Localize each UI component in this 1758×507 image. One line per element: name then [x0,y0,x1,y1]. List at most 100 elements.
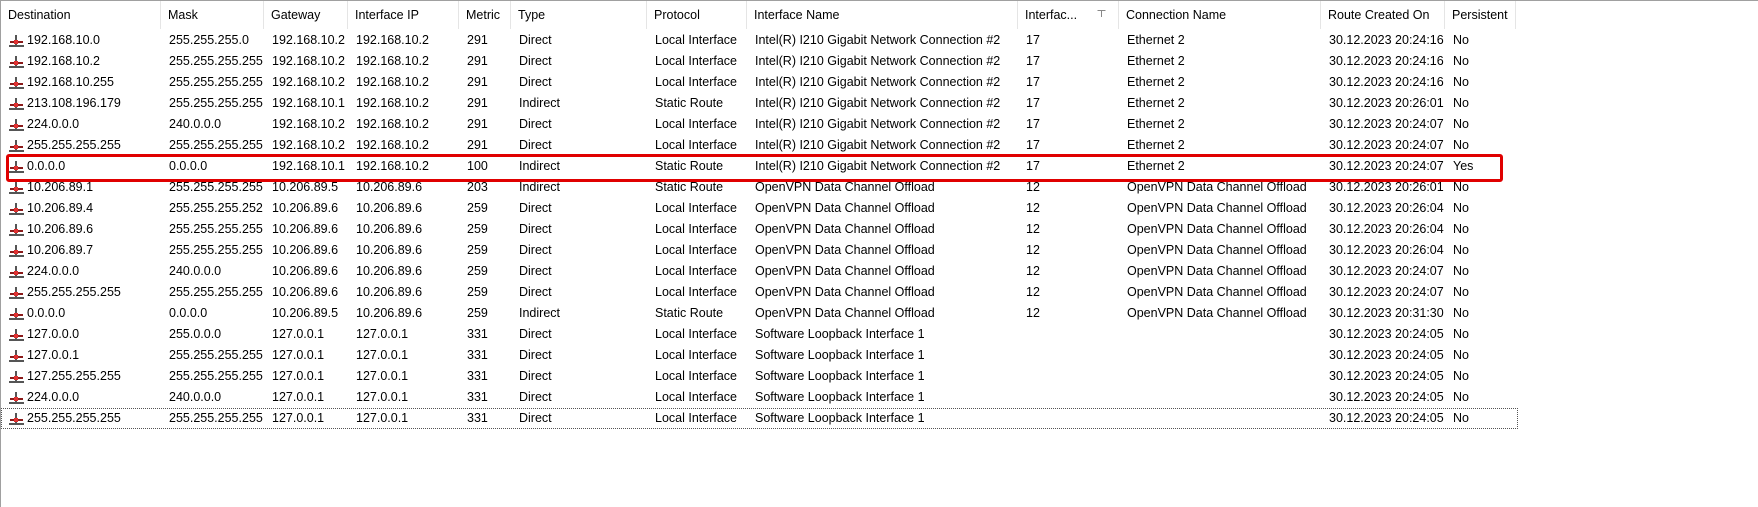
table-row[interactable]: 224.0.0.0 240.0.0.0 192.168.10.2 192.168.10… [1,114,1518,135]
table-row[interactable]: 192.168.10.255 255.255.255.255 192.168.10.… [1,72,1518,93]
column-header-metric[interactable]: Metric [459,1,511,29]
cell-destination: 224.0.0.0 [27,390,80,404]
cell-protocol: Local Interface [655,54,737,68]
cell-interface-index: 17 [1026,75,1040,89]
cell-gateway: 192.168.10.1 [272,96,345,110]
table-row[interactable]: 10.206.89.1 255.255.255.255 10.206.89.5 10.… [1,177,1518,198]
cell-metric: 291 [467,117,488,131]
cell-gateway: 127.0.0.1 [272,327,325,341]
cell-persistent: No [1453,117,1469,131]
cell-interface-index: 17 [1026,33,1040,47]
cell-persistent: No [1453,369,1469,383]
network-route-icon [9,286,24,299]
cell-interface-name: OpenVPN Data Channel Offload [755,243,935,257]
cell-interface-index: 17 [1026,54,1040,68]
network-route-icon [9,76,24,89]
table-row[interactable]: 127.0.0.1 255.255.255.255 127.0.0.1 127.0.0… [1,345,1518,366]
cell-interface-name: Software Loopback Interface 1 [755,411,925,425]
cell-gateway: 10.206.89.6 [272,243,339,257]
cell-mask: 240.0.0.0 [169,117,222,131]
cell-persistent: No [1453,264,1469,278]
cell-type: Direct [519,348,552,362]
table-row[interactable]: 255.255.255.255 255.255.255.255 127.0.0.1 1… [1,408,1518,429]
cell-connection-name: OpenVPN Data Channel Offload [1127,264,1307,278]
table-row[interactable]: 213.108.196.179 255.255.255.255 192.168.10… [1,93,1518,114]
column-header-type[interactable]: Type [511,1,647,29]
cell-interface-ip: 192.168.10.2 [356,75,429,89]
cell-interface-name: Software Loopback Interface 1 [755,327,925,341]
column-header-interface-ip[interactable]: Interface IP [348,1,459,29]
cell-mask: 255.255.255.255 [169,54,263,68]
cell-protocol: Local Interface [655,222,737,236]
table-row[interactable]: 10.206.89.6 255.255.255.255 10.206.89.6 10.… [1,219,1518,240]
table-row[interactable]: 127.255.255.255 255.255.255.255 127.0.0.1 1… [1,366,1518,387]
cell-gateway: 192.168.10.2 [272,54,345,68]
cell-protocol: Local Interface [655,285,737,299]
table-row[interactable]: 255.255.255.255 255.255.255.255 10.206.89.… [1,282,1518,303]
cell-metric: 100 [467,159,488,173]
cell-metric: 291 [467,75,488,89]
cell-route-created-on: 30.12.2023 20:24:07 [1329,159,1444,173]
column-header-interface-name[interactable]: Interface Name [747,1,1018,29]
column-header-gateway[interactable]: Gateway [264,1,348,29]
cell-gateway: 192.168.10.1 [272,159,345,173]
cell-protocol: Local Interface [655,264,737,278]
cell-route-created-on: 30.12.2023 20:26:04 [1329,201,1444,215]
cell-metric: 203 [467,180,488,194]
cell-metric: 291 [467,138,488,152]
table-row[interactable]: 192.168.10.0 255.255.255.0 192.168.10.2 192… [1,30,1518,51]
cell-connection-name: Ethernet 2 [1127,138,1185,152]
cell-destination: 10.206.89.7 [27,243,94,257]
cell-route-created-on: 30.12.2023 20:24:07 [1329,117,1444,131]
cell-mask: 255.255.255.255 [169,138,263,152]
table-row[interactable]: 127.0.0.0 255.0.0.0 127.0.0.1 127.0.0.1 331 D… [1,324,1518,345]
network-route-icon [9,307,24,320]
table-row[interactable]: 0.0.0.0 0.0.0.0 10.206.89.5 10.206.89.6 259 I… [1,303,1518,324]
cell-connection-name: Ethernet 2 [1127,54,1185,68]
network-route-icon [9,34,24,47]
cell-interface-name: OpenVPN Data Channel Offload [755,264,935,278]
column-header-persistent[interactable]: Persistent [1445,1,1516,29]
table-row[interactable]: 224.0.0.0 240.0.0.0 10.206.89.6 10.206.89.6… [1,261,1518,282]
cell-destination: 213.108.196.179 [27,96,121,110]
cell-mask: 255.255.255.255 [169,222,263,236]
table-row[interactable]: 0.0.0.0 0.0.0.0 192.168.10.1 192.168.10.2 10… [1,156,1518,177]
cell-mask: 255.255.255.255 [169,96,263,110]
cell-route-created-on: 30.12.2023 20:26:04 [1329,243,1444,257]
cell-connection-name: OpenVPN Data Channel Offload [1127,222,1307,236]
table-row[interactable]: 10.206.89.7 255.255.255.255 10.206.89.6 10.… [1,240,1518,261]
cell-connection-name: OpenVPN Data Channel Offload [1127,285,1307,299]
column-header-connection-name[interactable]: Connection Name [1119,1,1321,29]
cell-persistent: Yes [1453,159,1474,173]
cell-interface-name: Intel(R) I210 Gigabit Network Connection… [755,159,1001,173]
cell-protocol: Local Interface [655,138,737,152]
network-route-icon [9,223,24,236]
cell-protocol: Local Interface [655,33,737,47]
cell-protocol: Local Interface [655,390,737,404]
cell-interface-ip: 192.168.10.2 [356,159,429,173]
route-table: Destination Mask Gateway Interface IP Metric… [0,0,1758,507]
column-header-protocol[interactable]: Protocol [647,1,747,29]
cell-persistent: No [1453,348,1469,362]
network-route-icon [9,391,24,404]
cell-persistent: No [1453,75,1469,89]
cell-interface-ip: 192.168.10.2 [356,54,429,68]
table-row[interactable]: 10.206.89.4 255.255.255.252 10.206.89.6 10.… [1,198,1518,219]
cell-destination: 224.0.0.0 [27,117,80,131]
cell-metric: 331 [467,390,488,404]
table-row[interactable]: 255.255.255.255 255.255.255.255 192.168.10… [1,135,1518,156]
cell-destination: 224.0.0.0 [27,264,80,278]
cell-protocol: Static Route [655,96,724,110]
column-header-destination[interactable]: Destination [1,1,161,29]
cell-mask: 255.255.255.255 [169,243,263,257]
column-header-route-created-on[interactable]: Route Created On [1321,1,1445,29]
cell-connection-name: Ethernet 2 [1127,159,1185,173]
cell-type: Indirect [519,159,560,173]
cell-metric: 331 [467,411,488,425]
column-header-mask[interactable]: Mask [161,1,264,29]
cell-destination: 10.206.89.1 [27,180,94,194]
cell-protocol: Static Route [655,159,724,173]
network-route-icon [9,181,24,194]
table-row[interactable]: 192.168.10.2 255.255.255.255 192.168.10.2 1… [1,51,1518,72]
table-row[interactable]: 224.0.0.0 240.0.0.0 127.0.0.1 127.0.0.1 331 D… [1,387,1518,408]
